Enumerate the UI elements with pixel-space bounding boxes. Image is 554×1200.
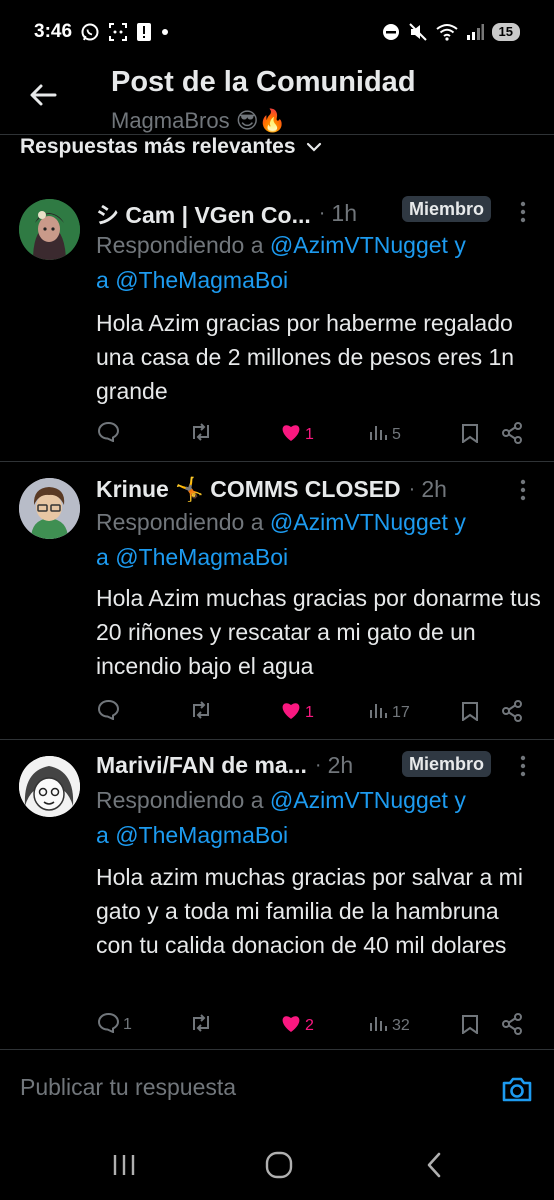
- share-icon: [501, 422, 523, 449]
- more-options-icon[interactable]: [514, 751, 532, 781]
- bookmark-icon: [461, 1014, 479, 1039]
- timestamp: 2h: [327, 752, 354, 778]
- back-icon[interactable]: [414, 1147, 454, 1183]
- author-name[interactable]: シ Cam | VGen Co...: [96, 196, 311, 230]
- timestamp: 2h: [421, 476, 447, 502]
- bookmark-icon: [461, 423, 479, 448]
- sort-label: Respuestas más relevantes: [20, 135, 296, 158]
- community-name[interactable]: MagmaBros 😎🔥: [111, 108, 286, 134]
- whatsapp-icon: [80, 22, 100, 42]
- share-icon: [501, 1013, 523, 1040]
- repost-icon: [189, 422, 213, 447]
- share-button[interactable]: [501, 422, 523, 449]
- views-button[interactable]: 32: [369, 1014, 410, 1037]
- heart-filled-icon: [280, 422, 302, 447]
- repost-button[interactable]: [189, 700, 216, 725]
- repost-button[interactable]: [189, 422, 216, 447]
- repost-icon: [189, 1013, 213, 1038]
- mute-icon: [408, 22, 428, 42]
- bookmark-button[interactable]: [461, 423, 479, 448]
- reply-item[interactable]: Marivi/FAN de ma... · 2h Miembro Respond…: [0, 740, 554, 1050]
- share-icon: [501, 700, 523, 727]
- scan-icon: [108, 22, 128, 42]
- reply-item[interactable]: シ Cam | VGen Co... · 1h Miembro Respondi…: [0, 172, 554, 462]
- reply-item[interactable]: Krinue 🤸 COMMS CLOSED · 2h Respondiendo …: [0, 462, 554, 740]
- views-icon: [369, 423, 389, 446]
- mention-link[interactable]: @AzimVTNugget: [270, 787, 448, 813]
- replying-to: Respondiendo a @AzimVTNugget y a @TheMag…: [96, 232, 466, 293]
- separator-dot: ·: [318, 201, 326, 224]
- battery-icon: 15: [491, 23, 520, 41]
- avatar[interactable]: [19, 756, 80, 817]
- reply-text: Hola azim muchas gracias por salvar a mi…: [96, 864, 523, 958]
- heart-filled-icon: [280, 1013, 302, 1038]
- share-button[interactable]: [501, 1013, 523, 1040]
- mention-link[interactable]: @TheMagmaBoi: [115, 267, 288, 293]
- repost-icon: [189, 700, 213, 725]
- reply-button[interactable]: [97, 699, 123, 725]
- bookmark-button[interactable]: [461, 1014, 479, 1039]
- status-bar: 3:46 15: [0, 0, 554, 64]
- reply-button[interactable]: 1: [97, 1012, 132, 1038]
- avatar[interactable]: [19, 199, 80, 260]
- reply-text: Hola Azim gracias por haberme regalado u…: [96, 310, 515, 404]
- system-navbar: [0, 1125, 554, 1200]
- views-button[interactable]: 5: [369, 423, 401, 446]
- author-name[interactable]: Marivi/FAN de ma...: [96, 752, 307, 779]
- heart-filled-icon: [280, 700, 302, 725]
- bookmark-button[interactable]: [461, 701, 479, 726]
- top-app-bar: Post de la Comunidad MagmaBros 😎🔥: [0, 64, 554, 135]
- like-button[interactable]: 2: [280, 1013, 314, 1038]
- replying-to: Respondiendo a @AzimVTNugget y a @TheMag…: [96, 509, 466, 570]
- views-icon: [369, 701, 389, 724]
- separator-dot: ·: [408, 478, 416, 500]
- like-button[interactable]: 1: [280, 700, 314, 725]
- chevron-down-icon: [306, 135, 322, 159]
- mention-link[interactable]: @AzimVTNugget: [270, 509, 448, 535]
- member-badge: Miembro: [402, 751, 492, 777]
- sort-dropdown[interactable]: Respuestas más relevantes: [20, 132, 322, 162]
- replying-to: Respondiendo a @AzimVTNugget y a @TheMag…: [96, 787, 466, 848]
- dot-icon: [160, 27, 170, 37]
- mention-link[interactable]: @AzimVTNugget: [270, 232, 448, 258]
- wifi-icon: [435, 23, 458, 41]
- share-button[interactable]: [501, 700, 523, 727]
- reply-input[interactable]: Publicar tu respuesta: [20, 1074, 236, 1101]
- repost-button[interactable]: [189, 1013, 216, 1038]
- back-arrow-icon[interactable]: [26, 78, 60, 112]
- mention-link[interactable]: @TheMagmaBoi: [115, 822, 288, 848]
- views-button[interactable]: 17: [369, 701, 410, 724]
- like-button[interactable]: 1: [280, 422, 314, 447]
- author-name[interactable]: Krinue 🤸 COMMS CLOSED: [96, 476, 401, 503]
- more-options-icon[interactable]: [514, 475, 532, 505]
- alert-icon: [136, 22, 152, 42]
- reply-text: Hola Azim muchas gracias por donarme tus…: [96, 585, 541, 679]
- status-time: 3:46: [34, 21, 73, 42]
- reply-composer: Publicar tu respuesta: [0, 1058, 554, 1120]
- comment-icon: [97, 1012, 120, 1038]
- reply-button[interactable]: [97, 421, 123, 447]
- mention-link[interactable]: @TheMagmaBoi: [115, 544, 288, 570]
- signal-icon: [466, 24, 484, 40]
- bookmark-icon: [461, 701, 479, 726]
- more-options-icon[interactable]: [514, 197, 532, 227]
- timestamp: 1h: [331, 199, 358, 226]
- home-icon[interactable]: [259, 1147, 299, 1183]
- recents-icon[interactable]: [104, 1147, 144, 1183]
- comment-icon: [97, 699, 120, 725]
- avatar[interactable]: [19, 478, 80, 539]
- separator-dot: ·: [314, 754, 322, 776]
- page-title: Post de la Comunidad: [111, 66, 416, 98]
- views-icon: [369, 1014, 389, 1037]
- member-badge: Miembro: [402, 196, 492, 222]
- dnd-icon: [382, 23, 400, 41]
- comment-icon: [97, 421, 120, 447]
- camera-icon[interactable]: [499, 1071, 535, 1107]
